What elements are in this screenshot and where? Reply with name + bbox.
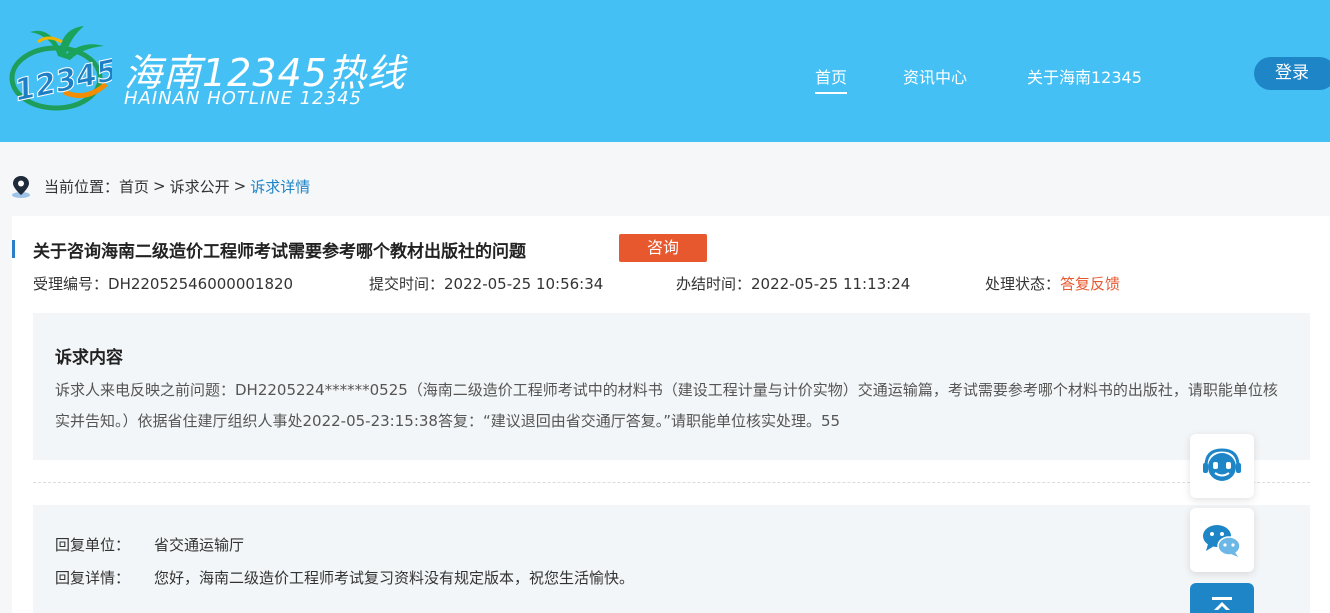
logo-mark[interactable]: 12345: [8, 22, 121, 114]
request-content-heading: 诉求内容: [55, 348, 123, 368]
nav-news-center[interactable]: 资讯中心: [903, 64, 967, 88]
submit-time-value: 2022-05-25 10:56:34: [444, 275, 604, 293]
reply-unit-value: 省交通运输厅: [154, 536, 245, 554]
breadcrumb: 当前位置： 首页 > 诉求公开 > 诉求详情: [10, 174, 310, 198]
nav-home[interactable]: 首页: [815, 64, 848, 94]
status-label: 处理状态：: [985, 275, 1061, 293]
wechat-button[interactable]: [1190, 508, 1254, 572]
case-id-value: DH22052546000001820: [108, 275, 294, 293]
reply-unit-row: 回复单位： 省交通运输厅: [55, 534, 244, 555]
logo-subtitle: HAINAN HOTLINE 12345: [124, 88, 362, 109]
customer-service-icon: [1203, 448, 1241, 481]
reply-unit-label: 回复单位：: [55, 536, 131, 554]
breadcrumb-home[interactable]: 首页: [119, 176, 149, 197]
section-divider: [33, 482, 1310, 483]
reply-detail-row: 回复详情： 您好，海南二级造价工程师考试复习资料没有规定版本，祝您生活愉快。: [55, 567, 634, 588]
case-type-badge: 咨询: [619, 234, 707, 262]
process-status: 处理状态：答复反馈: [985, 273, 1120, 294]
request-content-box: 诉求内容 诉求人来电反映之前问题：DH2205224******0525（海南二…: [33, 313, 1310, 460]
wechat-icon: [1203, 525, 1241, 557]
breadcrumb-public[interactable]: 诉求公开: [170, 176, 230, 197]
reply-detail-value: 您好，海南二级造价工程师考试复习资料没有规定版本，祝您生活愉快。: [154, 569, 635, 587]
location-pin-icon: [12, 176, 30, 198]
finish-time-value: 2022-05-25 11:13:24: [751, 275, 911, 293]
breadcrumb-separator: >: [233, 177, 247, 195]
request-content-text: 诉求人来电反映之前问题：DH2205224******0525（海南二级造价工程…: [55, 381, 1278, 430]
back-to-top-button[interactable]: [1190, 583, 1254, 613]
breadcrumb-current: 诉求详情: [250, 177, 311, 196]
finish-time-label: 办结时间：: [676, 275, 752, 293]
palm-logo-icon: 12345: [9, 26, 121, 111]
case-id: 受理编号：DH22052546000001820: [33, 273, 293, 294]
site-header: 12345 海南12345热线 HAINAN HOTLINE 12345 首页 …: [0, 0, 1330, 142]
submit-time: 提交时间：2022-05-25 10:56:34: [369, 273, 603, 294]
logo-badge-text: 12345: [11, 53, 112, 109]
finish-time: 办结时间：2022-05-25 11:13:24: [676, 273, 910, 294]
reply-detail-label: 回复详情：: [55, 569, 131, 587]
customer-service-button[interactable]: [1190, 434, 1254, 498]
submit-time-label: 提交时间：: [369, 275, 445, 293]
case-title: 关于咨询海南二级造价工程师考试需要参考哪个教材出版社的问题: [33, 242, 526, 262]
reply-box: 回复单位： 省交通运输厅 回复详情： 您好，海南二级造价工程师考试复习资料没有规定版…: [33, 505, 1310, 613]
breadcrumb-prefix: 当前位置：: [44, 177, 120, 196]
nav-about[interactable]: 关于海南12345: [1027, 64, 1142, 88]
login-button[interactable]: 登录: [1254, 57, 1330, 90]
status-value: 答复反馈: [1060, 275, 1121, 293]
back-to-top-icon: [1212, 597, 1232, 610]
breadcrumb-separator: >: [153, 177, 166, 195]
case-id-label: 受理编号：: [33, 275, 109, 293]
title-accent-bar: [12, 240, 15, 258]
case-detail-card: 关于咨询海南二级造价工程师考试需要参考哪个教材出版社的问题 咨询 受理编号：DH…: [12, 216, 1330, 613]
